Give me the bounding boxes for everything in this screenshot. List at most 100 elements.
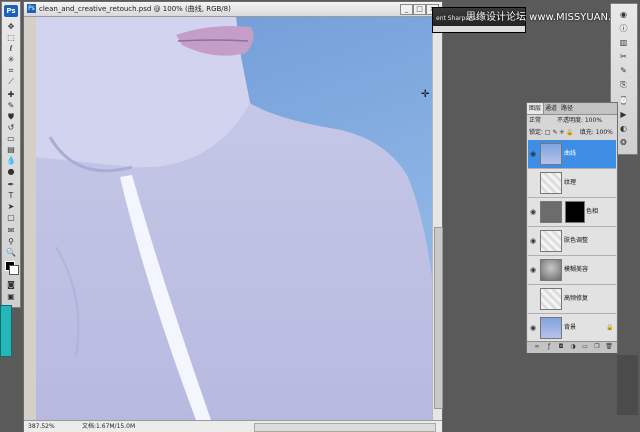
tab-paths[interactable]: 路径 xyxy=(559,103,575,114)
tab-layers[interactable]: 图层 xyxy=(527,103,545,114)
shape-tool-icon[interactable]: ▢ xyxy=(5,213,17,222)
clone-stamp-tool-icon[interactable]: ⛊ xyxy=(5,112,17,121)
eyedropper-tool-icon[interactable]: ⚲ xyxy=(5,237,17,246)
visibility-eye-icon[interactable]: ◉ xyxy=(530,266,536,274)
document-titlebar[interactable]: Ps clean_and_creative_retouch.psd @ 100%… xyxy=(24,2,442,17)
vertical-scroll-thumb[interactable] xyxy=(434,227,443,409)
eraser-tool-icon[interactable]: ▭ xyxy=(5,134,17,143)
info-icon[interactable]: ⓘ xyxy=(616,24,631,34)
layer-name[interactable]: 色相 xyxy=(586,208,598,216)
new-layer-icon[interactable]: ❐ xyxy=(593,343,601,351)
slice-tool-icon[interactable]: ⟋ xyxy=(5,77,17,86)
layer-row[interactable]: 高频修复 xyxy=(528,285,616,314)
side-panel-tab[interactable] xyxy=(0,305,12,357)
zoom-tool-icon[interactable]: 🔍 xyxy=(5,248,17,257)
history-icon[interactable]: ⌚ xyxy=(616,96,631,106)
fill-field[interactable]: 填充: 100% xyxy=(580,129,613,136)
layer-thumbnail xyxy=(540,172,562,194)
layer-thumbnail xyxy=(540,143,562,165)
layers-panel-footer: ∞ ƒ ◘ ◑ ▭ ❐ 🗑 xyxy=(527,341,617,353)
background-color-swatch[interactable] xyxy=(9,265,19,275)
layer-lock-icon: 🔒 xyxy=(606,324,614,331)
minimize-button[interactable]: _ xyxy=(400,4,413,15)
vertical-scrollbar[interactable] xyxy=(432,17,443,420)
blend-options-row: 正常 不透明度: 100% xyxy=(529,116,615,126)
pen-tool-icon[interactable]: ✒ xyxy=(5,180,17,189)
visibility-eye-icon[interactable]: ◉ xyxy=(530,150,536,158)
link-layers-icon[interactable]: ∞ xyxy=(533,343,541,351)
document-size: 文档:1.67M/15.0M xyxy=(82,423,136,430)
portrait-image xyxy=(36,17,432,420)
image-canvas[interactable] xyxy=(36,17,432,420)
type-tool-icon[interactable]: T xyxy=(5,191,17,200)
lower-dock-strip xyxy=(617,355,638,415)
layer-name[interactable]: 肤色调整 xyxy=(564,237,588,245)
magic-wand-tool-icon[interactable]: ✳ xyxy=(5,55,17,64)
add-mask-icon[interactable]: ◘ xyxy=(557,343,565,351)
lock-options-row: 锁定: □ ✎ ✛ 🔒 填充: 100% xyxy=(529,128,615,138)
layer-style-icon[interactable]: ƒ xyxy=(545,343,553,351)
filter-bar-strip xyxy=(433,26,525,32)
layer-thumbnail xyxy=(540,317,562,339)
lasso-tool-icon[interactable]: ℓ xyxy=(5,44,17,53)
marquee-tool-icon[interactable]: ⬚ xyxy=(5,33,17,42)
maximize-button[interactable]: □ xyxy=(413,4,426,15)
gradient-tool-icon[interactable]: ▤ xyxy=(5,145,17,154)
delete-layer-icon[interactable]: 🗑 xyxy=(605,343,613,351)
layer-name[interactable]: 模糊美容 xyxy=(564,266,588,274)
layer-thumbnail xyxy=(540,230,562,252)
layer-row[interactable]: ◉ 背景 🔒 xyxy=(528,314,616,343)
layer-thumbnail xyxy=(540,259,562,281)
healing-brush-tool-icon[interactable]: ✚ xyxy=(5,90,17,99)
tab-channels[interactable]: 通道 xyxy=(543,103,559,114)
layer-name[interactable]: 纹理 xyxy=(564,179,576,187)
layer-row[interactable]: ◉ 模糊美容 xyxy=(528,256,616,285)
document-title: clean_and_creative_retouch.psd @ 100% (曲… xyxy=(39,5,231,13)
screen-mode-icon[interactable]: ▣ xyxy=(5,292,17,301)
document-icon: Ps xyxy=(27,4,36,13)
dodge-tool-icon[interactable]: ● xyxy=(5,167,17,176)
layer-name[interactable]: 曲线 xyxy=(564,150,576,158)
history-brush-tool-icon[interactable]: ↺ xyxy=(5,123,17,132)
tools-preset-icon[interactable]: ✂ xyxy=(616,52,631,62)
clone-source-icon[interactable]: ⎘ xyxy=(616,80,631,90)
layers-panel: 图层 通道 路径 正常 不透明度: 100% 锁定: □ ✎ ✛ 🔒 填充: 1… xyxy=(526,102,618,353)
actions-icon[interactable]: ▶ xyxy=(616,110,631,120)
layer-mask-thumbnail[interactable] xyxy=(565,201,585,223)
visibility-eye-icon[interactable]: ◉ xyxy=(530,237,536,245)
blur-tool-icon[interactable]: 💧 xyxy=(5,156,17,165)
layer-row[interactable]: ◉ 肤色调整 xyxy=(528,227,616,256)
adjustments-icon[interactable]: ❂ xyxy=(616,138,631,148)
histogram-icon[interactable]: ▥ xyxy=(616,38,631,48)
visibility-eye-icon[interactable]: ◉ xyxy=(530,208,536,216)
styles-icon[interactable]: ◐ xyxy=(616,124,631,134)
notes-tool-icon[interactable]: ✉ xyxy=(5,226,17,235)
visibility-eye-icon[interactable]: ◉ xyxy=(530,324,536,332)
path-selection-tool-icon[interactable]: ➤ xyxy=(5,202,17,211)
photoshop-logo: Ps xyxy=(4,5,18,17)
layer-thumbnail xyxy=(540,288,562,310)
layer-name[interactable]: 背景 xyxy=(564,324,576,332)
quick-mask-icon[interactable]: ◙ xyxy=(5,280,17,289)
tools-panel: Ps ✥ ⬚ ℓ ✳ ⌗ ⟋ ✚ ✎ ⛊ ↺ ▭ ▤ 💧 ● ✒ T ➤ ▢ ✉… xyxy=(1,1,21,308)
lock-controls[interactable]: 锁定: □ ✎ ✛ 🔒 xyxy=(529,129,574,136)
opacity-field[interactable]: 不透明度: 100% xyxy=(557,117,602,124)
document-window: Ps clean_and_creative_retouch.psd @ 100%… xyxy=(23,1,443,432)
move-tool-icon[interactable]: ✥ xyxy=(5,22,17,31)
layer-row[interactable]: 纹理 xyxy=(528,169,616,198)
adjustment-layer-icon[interactable]: ◑ xyxy=(569,343,577,351)
navigator-icon[interactable]: ◉ xyxy=(616,10,631,20)
layer-row[interactable]: ◉ 色相 xyxy=(528,198,616,227)
layer-name[interactable]: 高频修复 xyxy=(564,295,588,303)
new-group-icon[interactable]: ▭ xyxy=(581,343,589,351)
status-bar: 387.52% 文档:1.67M/15.0M xyxy=(24,420,442,432)
layer-thumbnail xyxy=(540,201,562,223)
layer-row[interactable]: ◉ 曲线 xyxy=(528,140,616,169)
brush-tool-icon[interactable]: ✎ xyxy=(5,101,17,110)
brushes-icon[interactable]: ✎ xyxy=(616,66,631,76)
crop-tool-icon[interactable]: ⌗ xyxy=(5,66,17,75)
zoom-level[interactable]: 387.52% xyxy=(28,421,55,432)
cursor-crosshair-icon: ✛ xyxy=(421,89,430,100)
layers-panel-tabs: 图层 通道 路径 xyxy=(527,103,617,115)
blend-mode-select[interactable]: 正常 xyxy=(529,117,541,124)
